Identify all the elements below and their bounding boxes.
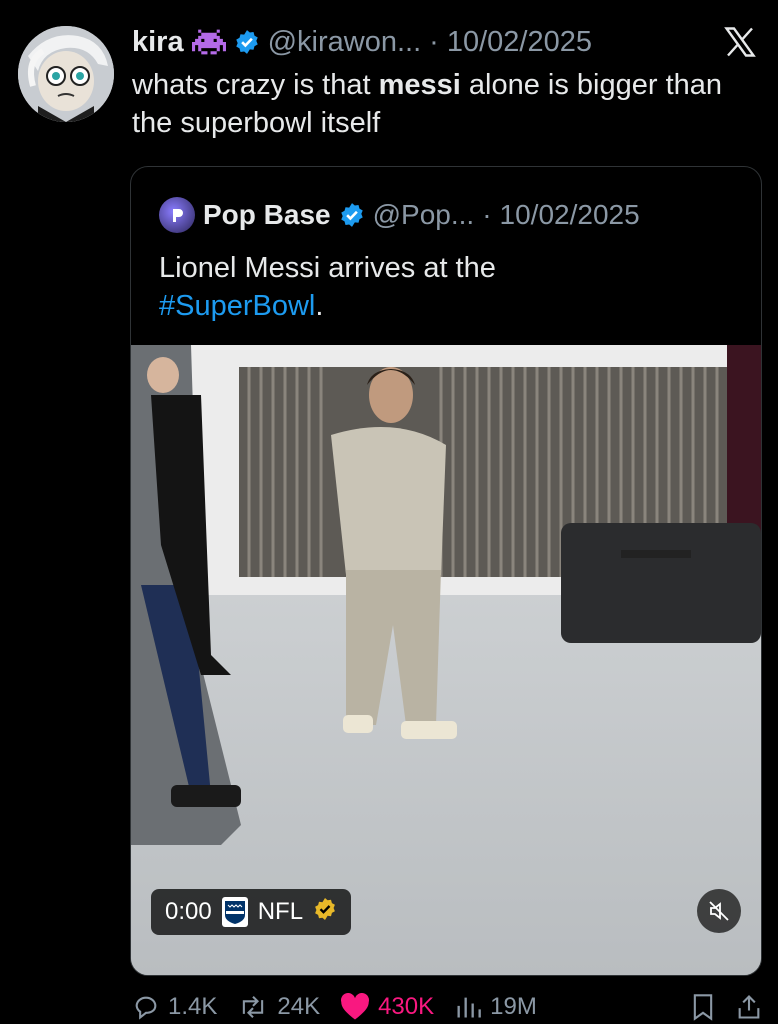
video-channel-name[interactable]: NFL bbox=[258, 898, 303, 926]
verified-badge-icon bbox=[234, 29, 260, 55]
reply-button[interactable]: 1.4K bbox=[132, 993, 217, 1021]
author-name[interactable]: kira bbox=[132, 26, 184, 59]
tweet-text-bold: messi bbox=[378, 69, 461, 101]
reply-icon bbox=[135, 996, 157, 1020]
share-button[interactable] bbox=[736, 993, 762, 1021]
bookmark-icon bbox=[693, 994, 713, 1021]
author-handle[interactable]: @kirawon... bbox=[268, 26, 422, 59]
verified-badge-icon bbox=[339, 202, 365, 228]
reply-count: 1.4K bbox=[168, 993, 218, 1020]
quoted-tweet-card[interactable]: Pop Base @Pop... · 10/02/2025 Lionel Mes… bbox=[130, 166, 762, 976]
tweet-date[interactable]: 10/02/2025 bbox=[447, 26, 592, 59]
like-heart-icon bbox=[341, 993, 370, 1020]
superbowl-hashtag-link[interactable]: #SuperBowl bbox=[159, 290, 315, 322]
tweet-header: kira @kirawon... · 10/02/2025 bbox=[132, 22, 738, 62]
views-button[interactable]: 19M bbox=[454, 993, 537, 1021]
like-button[interactable]: 430K bbox=[340, 993, 434, 1021]
repost-count: 24K bbox=[277, 993, 321, 1020]
quoted-text-body: Lionel Messi arrives at the bbox=[159, 252, 496, 284]
date-separator: · bbox=[429, 25, 439, 58]
tweet-action-bar: 1.4K 24K 430K 19M bbox=[132, 990, 762, 1024]
video-info-pill: 0:00 NFL bbox=[151, 889, 352, 935]
tweet-text: whats crazy is that messi alone is bigge… bbox=[132, 66, 752, 142]
video-timestamp: 0:00 bbox=[165, 898, 212, 925]
repost-icon bbox=[243, 995, 264, 1019]
nfl-logo-icon bbox=[221, 897, 248, 927]
quoted-author-handle[interactable]: @Pop... bbox=[373, 199, 475, 231]
quoted-tweet-header: Pop Base @Pop... · 10/02/2025 bbox=[159, 197, 640, 233]
tweet-text-start: whats crazy is that bbox=[132, 69, 379, 101]
quoted-tweet-text: Lionel Messi arrives at the #SuperBowl. bbox=[159, 249, 739, 325]
video-frame bbox=[131, 345, 761, 975]
quoted-author-avatar[interactable] bbox=[159, 197, 195, 233]
view-count: 19M bbox=[490, 993, 537, 1020]
author-avatar[interactable] bbox=[18, 26, 114, 122]
quoted-text-period: . bbox=[315, 290, 324, 322]
share-icon bbox=[738, 995, 760, 1019]
mute-button[interactable] bbox=[697, 889, 741, 933]
like-count: 430K bbox=[378, 993, 435, 1020]
quoted-author-name[interactable]: Pop Base bbox=[203, 199, 331, 231]
gold-verified-icon bbox=[313, 897, 337, 928]
video-player[interactable]: 0:00 NFL bbox=[131, 345, 761, 975]
quoted-tweet-date[interactable]: 10/02/2025 bbox=[500, 199, 640, 231]
x-logo-icon bbox=[722, 24, 758, 60]
quoted-date-separator: · bbox=[482, 199, 492, 230]
bookmark-button[interactable] bbox=[690, 993, 716, 1021]
repost-button[interactable]: 24K bbox=[237, 993, 320, 1021]
mute-icon bbox=[709, 901, 729, 921]
views-icon bbox=[457, 997, 481, 1018]
space-invader-icon bbox=[191, 29, 226, 55]
